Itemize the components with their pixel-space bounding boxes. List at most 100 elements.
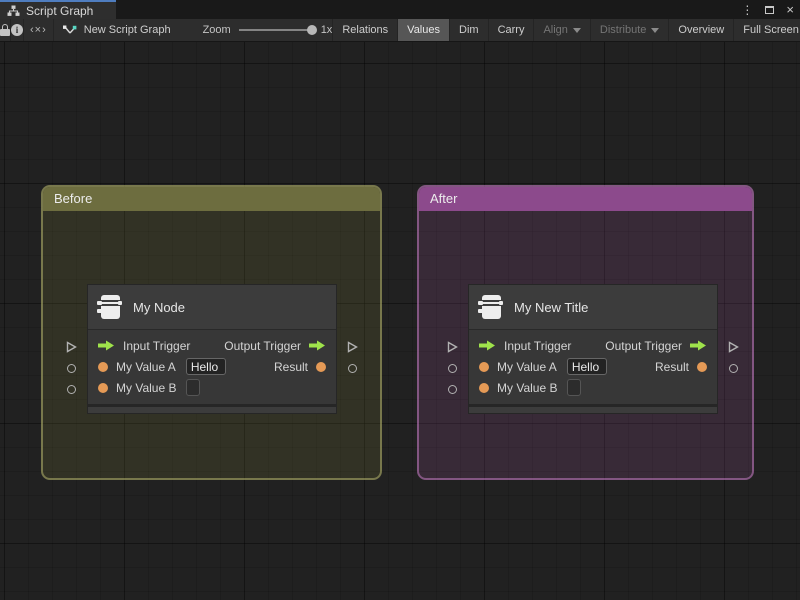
tab-script-graph[interactable]: Script Graph <box>0 0 116 19</box>
ext-value-input-port-a[interactable] <box>67 364 76 373</box>
port-row-value-b: My Value B <box>469 377 717 398</box>
distribute-button[interactable]: Distribute <box>589 19 668 41</box>
align-button[interactable]: Align <box>533 19 589 41</box>
fullscreen-button[interactable]: Full Screen <box>733 19 800 41</box>
node-footer <box>88 404 336 413</box>
port-list: Input Trigger Output Trigger My Value A <box>469 330 717 404</box>
carry-label: Carry <box>497 24 525 36</box>
value-b-input[interactable] <box>567 379 582 396</box>
values-label: Values <box>407 24 440 36</box>
relations-label: Relations <box>342 24 389 36</box>
port-label: My Value B <box>497 380 558 395</box>
tab-title: Script Graph <box>26 3 94 18</box>
value-a-input[interactable] <box>185 358 226 375</box>
flow-input-port-icon[interactable] <box>479 340 496 351</box>
port-label: Output Trigger <box>224 338 301 353</box>
node-header[interactable]: My New Title <box>469 285 717 330</box>
port-label: My Value B <box>116 380 177 395</box>
zoom-value: 1x <box>320 24 333 36</box>
overview-button[interactable]: Overview <box>668 19 733 41</box>
value-output-port-icon[interactable] <box>697 361 707 372</box>
port-list: Input Trigger Output Trigger My Value A <box>88 330 336 404</box>
code-icon: ‹×› <box>30 24 47 36</box>
port-row-trigger: Input Trigger Output Trigger <box>88 335 336 356</box>
value-a-input[interactable] <box>566 358 607 375</box>
zoom-label: Zoom <box>202 24 231 36</box>
node-footer <box>469 404 717 413</box>
value-input-port-icon[interactable] <box>98 361 108 372</box>
port-label: Input Trigger <box>504 338 572 353</box>
relations-button[interactable]: Relations <box>332 19 397 41</box>
distribute-label: Distribute <box>599 24 647 36</box>
ext-flow-output-port[interactable] <box>728 341 739 353</box>
value-b-input[interactable] <box>186 379 201 396</box>
toolbar-toggles: Relations Values Dim Carry Align Distrib… <box>332 19 800 41</box>
group-before-title: Before <box>54 191 93 206</box>
value-input-port-icon[interactable] <box>479 361 489 372</box>
zoom-slider[interactable] <box>238 25 317 35</box>
group-after-title: After <box>430 191 458 206</box>
value-input-port-icon[interactable] <box>98 382 108 393</box>
flow-output-port-icon[interactable] <box>309 340 326 351</box>
maximize-icon[interactable] <box>765 5 775 14</box>
zoom-slider-handle[interactable] <box>306 25 317 35</box>
group-after-header[interactable]: After <box>419 187 752 211</box>
group-before-header[interactable]: Before <box>43 187 380 211</box>
lock-icon <box>0 24 10 36</box>
node-title: My New Title <box>514 299 589 315</box>
chevron-down-icon <box>572 28 581 33</box>
chevron-down-icon <box>651 28 660 33</box>
dim-button[interactable]: Dim <box>449 19 488 41</box>
port-label: My Value A <box>116 359 176 374</box>
info-icon: i <box>11 24 23 36</box>
code-view-button[interactable]: ‹×› <box>24 19 54 41</box>
window-controls: ⋮ × <box>741 0 794 19</box>
ext-value-output-port[interactable] <box>348 364 357 373</box>
carry-button[interactable]: Carry <box>487 19 534 41</box>
ext-flow-output-port[interactable] <box>347 341 358 353</box>
graph-canvas[interactable]: Before My Node Input Trigger Output Trig… <box>0 42 800 600</box>
ext-flow-input-port[interactable] <box>447 341 458 353</box>
flow-output-port-icon[interactable] <box>690 340 707 351</box>
tab-bar: Script Graph ⋮ × <box>0 0 800 19</box>
ext-value-input-port-a[interactable] <box>448 364 457 373</box>
dim-label: Dim <box>459 24 479 36</box>
graph-toolbar: i ‹×› New Script Graph Zoom 1x Relations… <box>0 19 800 42</box>
port-row-trigger: Input Trigger Output Trigger <box>469 335 717 356</box>
fullscreen-label: Full Screen <box>743 24 799 36</box>
port-label: Result <box>273 359 308 374</box>
node-title: My Node <box>133 299 186 315</box>
lock-button[interactable] <box>0 19 11 41</box>
value-input-port-icon[interactable] <box>479 382 489 393</box>
script-graph-icon <box>7 5 20 16</box>
ext-value-input-port-b[interactable] <box>448 385 457 394</box>
port-label: Result <box>654 359 689 374</box>
node-header[interactable]: My Node <box>88 285 336 330</box>
node-my-node[interactable]: My Node Input Trigger Output Trigger My … <box>66 284 358 414</box>
info-button[interactable]: i <box>11 19 24 41</box>
group-after[interactable]: After My New Title Input Trigger Output … <box>417 185 754 480</box>
graph-name-label: New Script Graph <box>83 24 171 36</box>
zoom-control: Zoom 1x <box>203 19 333 41</box>
unit-icon <box>478 294 503 320</box>
port-label: My Value A <box>497 359 557 374</box>
ext-flow-input-port[interactable] <box>66 341 77 353</box>
node-my-new-title[interactable]: My New Title Input Trigger Output Trigge… <box>447 284 739 414</box>
values-button[interactable]: Values <box>397 19 449 41</box>
unit-icon <box>97 294 122 320</box>
group-before[interactable]: Before My Node Input Trigger Output Trig… <box>41 185 382 480</box>
menu-icon[interactable]: ⋮ <box>741 4 753 16</box>
port-label: Output Trigger <box>605 338 682 353</box>
port-row-value-b: My Value B <box>88 377 336 398</box>
port-label: Input Trigger <box>123 338 191 353</box>
ext-value-output-port[interactable] <box>729 364 738 373</box>
port-row-value-a: My Value A Result <box>88 356 336 377</box>
graph-icon <box>62 25 77 33</box>
overview-label: Overview <box>678 24 725 36</box>
align-label: Align <box>543 24 568 36</box>
ext-value-input-port-b[interactable] <box>67 385 76 394</box>
value-output-port-icon[interactable] <box>316 361 326 372</box>
graph-name-button[interactable]: New Script Graph <box>54 19 181 41</box>
flow-input-port-icon[interactable] <box>98 340 115 351</box>
close-icon[interactable]: × <box>786 3 794 16</box>
